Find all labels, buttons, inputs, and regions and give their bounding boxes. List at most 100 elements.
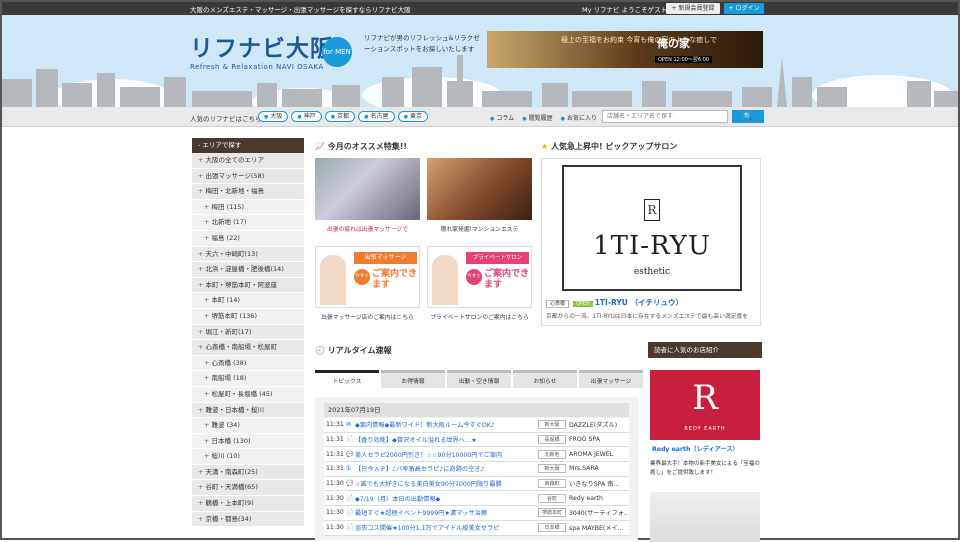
- sidebar-item[interactable]: 梅田・北新地・福島: [192, 184, 304, 200]
- sidebar-item[interactable]: 鶴橋・上本町(9): [192, 496, 304, 512]
- feature-tile-3[interactable]: 出張マッサージ 今すぐ ご案内できます 出張マッサージ店のご案内はこちら: [315, 246, 420, 323]
- feed-row[interactable]: 11:30 📄 浴衣コス開催★100分1.1万でアイドル級美女セラピ 日本橋 spa M…: [324, 520, 629, 536]
- sidebar-item[interactable]: 難波・日本橋・桜川: [192, 402, 304, 419]
- feed-shop[interactable]: Redy earth: [569, 495, 627, 502]
- reader-shop-name[interactable]: Redy earth（レディアース）: [652, 444, 739, 453]
- feed-message[interactable]: 美人セラピ2000円引き！☆☆90分10000円でご案内: [355, 450, 535, 459]
- city-pill-nagoya[interactable]: 名古屋: [358, 111, 395, 122]
- feed-time: 11:31: [326, 465, 344, 473]
- feed-icon: 📄: [346, 509, 354, 517]
- pickup-salon-card[interactable]: R 1TI-RYU esthetic 心斎橋 OPEN 1TI-RYU （イチリ…: [541, 158, 761, 326]
- promo-main-1: ご案内できます: [372, 269, 418, 290]
- tab-dispatch[interactable]: 出張マッサージ: [579, 370, 643, 388]
- sidebar-item[interactable]: 出張マッサージ(58): [192, 168, 304, 185]
- sidebar-item[interactable]: 北新地 (17): [192, 215, 304, 231]
- city-pill-kobe[interactable]: 神戸: [291, 111, 322, 122]
- tab-notices[interactable]: お知らせ: [513, 370, 577, 388]
- tab-topics[interactable]: トピックス: [315, 370, 379, 388]
- header: リフナビ大阪 Refresh & Relaxation NAVI OSAKA f…: [2, 15, 958, 107]
- feed-row[interactable]: 11:31 ① 【只今入ヂ】♪バ率激高セラピ♪に奇跡の空き♪ 新大阪 Mrs.SARA: [324, 462, 629, 477]
- feed-row[interactable]: 11:31 💬 美人セラピ2000円引き！☆☆90分10000円でご案内 北新地 ARO…: [324, 447, 629, 463]
- sidebar-item[interactable]: 京橋・都島(34): [192, 511, 304, 528]
- ad-banner[interactable]: 極上の至福をお約束 今宵も俺の家のような癒しで 俺の家 OPEN 12:00～翌…: [487, 31, 763, 68]
- sidebar-item[interactable]: 堀江・新町(17): [192, 324, 304, 341]
- realtime-feed: 2021年07月19日 11:31 ✉ ◆案内情報◆最新ワイド！新大阪ルーム今すぐO…: [315, 397, 638, 540]
- login-button[interactable]: + ログイン: [724, 3, 764, 14]
- feed-shop[interactable]: Mrs.SARA: [569, 465, 627, 472]
- feed-message[interactable]: 浴衣コス開催★100分1.1万でアイドル級美女セラピ: [355, 523, 535, 532]
- feed-icon: 📄: [346, 524, 354, 532]
- city-pill-kyoto[interactable]: 京都: [324, 111, 356, 122]
- staff-illustration: [432, 255, 458, 305]
- reader-shop-image[interactable]: R REDY EARTH: [650, 370, 760, 440]
- sidebar-item[interactable]: 福島 (22): [192, 230, 304, 247]
- feed-message[interactable]: ◆7/19（月）本日の出勤情報◆: [355, 494, 535, 503]
- sidebar-item[interactable]: 難波 (34): [192, 418, 304, 434]
- sidebar-item[interactable]: 堺筋本町 (136): [192, 308, 304, 325]
- feed-shop[interactable]: AROMA JEWEL: [569, 451, 627, 458]
- search-button[interactable]: 🔍: [732, 110, 764, 123]
- search-input[interactable]: [602, 110, 728, 123]
- pickup-emblem: R: [644, 199, 660, 221]
- sidebar-item[interactable]: 天満・南森町(25): [192, 464, 304, 481]
- promo-main-2: ご案内できます: [484, 269, 530, 290]
- pickup-name[interactable]: 1TI-RYU （イチリュウ）: [595, 298, 683, 307]
- feed-row[interactable]: 11:30 📄 最短すぐ★超極イベント9999円★濃マッサ治療 堺筋本町 3040(サー…: [324, 506, 629, 521]
- feature-tile-4[interactable]: プライベートサロン 今すぐ ご案内できます プライベートサロンのご案内はこちら: [427, 246, 532, 323]
- feed-row[interactable]: 11:30 📄 ◆7/19（月）本日の出勤情報◆ 谷町 Redy earth: [324, 491, 629, 507]
- city-pill-tokyo[interactable]: 東京: [397, 111, 428, 122]
- tagline: 大阪のメンズエステ・マッサージ・出張マッサージを探すならリフナビ大阪: [190, 6, 411, 14]
- feed-row[interactable]: 11:30 💬 ☆誰でも大好きになる美白美女90分7000円限り最勝 南森町 いきなりS…: [324, 476, 629, 492]
- sidebar-item[interactable]: 梅田 (115): [192, 199, 304, 216]
- feed-shop[interactable]: DAZZLE(ダズル): [569, 420, 627, 429]
- site-logo[interactable]: リフナビ大阪 Refresh & Relaxation NAVI OSAKA: [190, 29, 334, 71]
- sidebar-item[interactable]: 大阪の全てのエリア: [192, 153, 304, 169]
- feed-shop[interactable]: いきなりSPA 南...: [569, 479, 627, 488]
- feed-area-badge: 新大阪: [538, 464, 566, 474]
- feature-caption-4: プライベートサロンのご案内はこちら: [430, 315, 529, 321]
- feed-row[interactable]: 11:31 ✉ ◆案内情報◆最新ワイド！新大阪ルーム今すぐOK♪ 新大阪 DAZZLE(…: [324, 418, 629, 433]
- favorites-link[interactable]: お気に入り: [561, 113, 597, 122]
- feed-icon: 💬: [346, 480, 354, 488]
- feed-message[interactable]: 【香り効能】◆贅沢オイル溢れる世界へ…★: [355, 435, 535, 444]
- feed-time: 11:31: [326, 450, 344, 458]
- search-icon: 🔍: [743, 112, 753, 121]
- staff-illustration: [320, 255, 346, 305]
- sidebar-item[interactable]: 心斎橋・南船場・松屋町: [192, 340, 304, 356]
- sidebar-item[interactable]: 松屋町・長堀橋 (45): [192, 386, 304, 403]
- tab-availability[interactable]: 出勤・空き情報: [447, 370, 511, 388]
- sidebar-item[interactable]: 心斎橋 (38): [192, 355, 304, 372]
- feed-message[interactable]: 【只今入ヂ】♪バ率激高セラピ♪に奇跡の空き♪: [355, 464, 535, 473]
- register-button[interactable]: + 新規会員登録: [666, 3, 720, 14]
- feed-area-badge: 堺筋本町: [538, 508, 566, 518]
- realtime-title: リアルタイム速報: [327, 346, 392, 355]
- sidebar-item[interactable]: 本町・堺筋本町・阿波座: [192, 277, 304, 294]
- reader-shop-photo[interactable]: [650, 492, 760, 542]
- sidebar-item[interactable]: 谷町・天満橋(65): [192, 480, 304, 497]
- feed-row[interactable]: 11:31 📄 【香り効能】◆贅沢オイル溢れる世界へ…★ 長堀橋 FROG SPA: [324, 432, 629, 448]
- feed-message[interactable]: ◆案内情報◆最新ワイド！新大阪ルーム今すぐOK♪: [355, 420, 535, 429]
- sidebar-item[interactable]: 天六・中崎町(13): [192, 246, 304, 263]
- feed-area-badge: 新大阪: [538, 420, 566, 430]
- feed-message[interactable]: ☆誰でも大好きになる美白美女90分7000円限り最勝: [355, 479, 535, 488]
- tab-deals[interactable]: お得情報: [381, 370, 445, 388]
- column-link[interactable]: コラム: [490, 113, 514, 122]
- history-link[interactable]: 閲覧履歴: [522, 113, 553, 122]
- realtime-tabs: トピックス お得情報 出勤・空き情報 お知らせ 出張マッサージ: [315, 370, 643, 388]
- feed-message[interactable]: 最短すぐ★超極イベント9999円★濃マッサ治療: [355, 508, 535, 517]
- promo-salon: プライベートサロン 今すぐ ご案内できます: [427, 246, 532, 308]
- feature-tile-2[interactable]: 隠れ家発掘!マンションエステ: [427, 158, 532, 235]
- feed-area-badge: 谷町: [538, 493, 566, 503]
- feed-shop[interactable]: spa MAYBE(メイ...: [569, 523, 627, 532]
- sidebar-item[interactable]: 本町 (14): [192, 293, 304, 309]
- sidebar-item[interactable]: 日本橋 (130): [192, 433, 304, 450]
- sidebar-item[interactable]: 北浜・淀屋橋・肥後橋(14): [192, 262, 304, 278]
- city-pill-osaka[interactable]: 大阪: [258, 111, 289, 122]
- clock-icon: 🕘: [315, 346, 325, 355]
- feature-tile-1[interactable]: 出張の疲れは出張マッサージで: [315, 158, 420, 235]
- feed-shop[interactable]: FROG SPA: [569, 436, 627, 443]
- sidebar-item[interactable]: 桜川 (10): [192, 449, 304, 465]
- sidebar-item[interactable]: 南船場 (18): [192, 371, 304, 387]
- feed-shop[interactable]: 3040(サーティフォ...: [569, 508, 627, 517]
- star-icon: ★: [541, 142, 549, 151]
